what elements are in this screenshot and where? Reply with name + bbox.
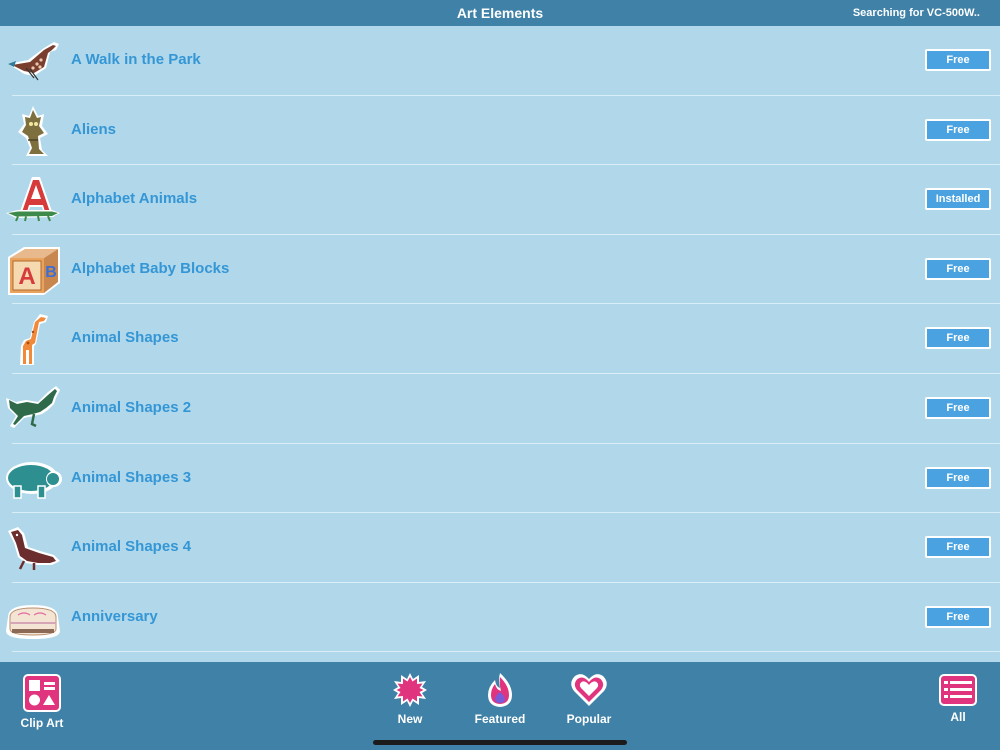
list-item[interactable]: Animal Shapes 4 Free	[0, 513, 1000, 583]
anniversary-cake-icon	[4, 591, 62, 645]
flame-icon	[488, 673, 512, 707]
free-button[interactable]: Free	[925, 49, 991, 71]
svg-text:A: A	[18, 263, 35, 290]
item-name[interactable]: Animal Shapes	[71, 329, 179, 346]
burst-icon	[393, 673, 427, 707]
list-icon	[939, 674, 977, 706]
list-item[interactable]: Animal Shapes 3 Free	[0, 444, 1000, 514]
item-name[interactable]: Animal Shapes 4	[71, 538, 191, 555]
free-button[interactable]: Free	[925, 327, 991, 350]
item-name[interactable]: Anniversary	[71, 608, 158, 625]
horse-icon	[4, 382, 62, 436]
list-item[interactable]: A B Alphabet Baby Blocks Free	[0, 235, 1000, 305]
alien-icon	[4, 104, 62, 158]
bottom-tab-bar: Clip Art New Featured Popular All	[0, 662, 1000, 750]
tab-label: Clip Art	[20, 716, 64, 730]
item-name[interactable]: A Walk in the Park	[71, 51, 201, 68]
item-name[interactable]: Animal Shapes 3	[71, 469, 191, 486]
item-name[interactable]: Animal Shapes 2	[71, 399, 191, 416]
tab-label: Featured	[474, 712, 526, 726]
tab-clip-art[interactable]: Clip Art	[17, 674, 67, 730]
installed-badge[interactable]: Installed	[925, 188, 991, 211]
item-name[interactable]: Alphabet Animals	[71, 190, 197, 207]
baby-block-icon: A B	[4, 243, 62, 297]
tab-new[interactable]: New	[385, 672, 435, 726]
tab-label: All	[950, 710, 966, 724]
tab-popular[interactable]: Popular	[563, 672, 615, 726]
svg-text:B: B	[45, 264, 57, 281]
free-button[interactable]: Free	[925, 118, 991, 141]
list-item[interactable]: A Walk in the Park Free	[0, 26, 1000, 96]
free-button[interactable]: Free	[925, 257, 991, 280]
list-item[interactable]: Anniversary Free	[0, 583, 1000, 653]
home-indicator[interactable]	[373, 740, 627, 745]
free-button[interactable]: Free	[925, 466, 991, 489]
tab-label: New	[397, 712, 423, 726]
giraffe-icon	[4, 312, 62, 366]
page-title: Art Elements	[456, 5, 544, 21]
list-item[interactable]: Animal Shapes Free	[0, 304, 1000, 374]
printer-status[interactable]: Searching for VC-500W..	[853, 7, 980, 19]
top-bar: Art Elements Searching for VC-500W..	[0, 0, 1000, 26]
list-item[interactable]: Animal Shapes 2 Free	[0, 374, 1000, 444]
heart-icon	[571, 674, 607, 706]
clip-art-icon	[23, 674, 61, 712]
free-button[interactable]: Free	[925, 397, 991, 419]
tab-label: Popular	[566, 712, 612, 726]
list-item[interactable]: Aliens Free	[0, 96, 1000, 166]
item-name[interactable]: Alphabet Baby Blocks	[71, 260, 229, 277]
art-elements-list[interactable]: A Walk in the Park Free Aliens Free Alph…	[0, 26, 1000, 662]
list-item[interactable]	[0, 652, 1000, 662]
hippo-icon	[4, 452, 62, 506]
list-item[interactable]: Alphabet Animals Installed	[0, 165, 1000, 235]
otter-icon	[4, 521, 62, 575]
tab-featured[interactable]: Featured	[474, 672, 526, 726]
free-button[interactable]: Free	[925, 605, 991, 628]
item-name[interactable]: Aliens	[71, 121, 116, 138]
bird-icon	[4, 34, 62, 88]
letter-a-alligator-icon	[4, 173, 62, 227]
tab-all[interactable]: All	[933, 674, 983, 724]
free-button[interactable]: Free	[925, 536, 991, 559]
